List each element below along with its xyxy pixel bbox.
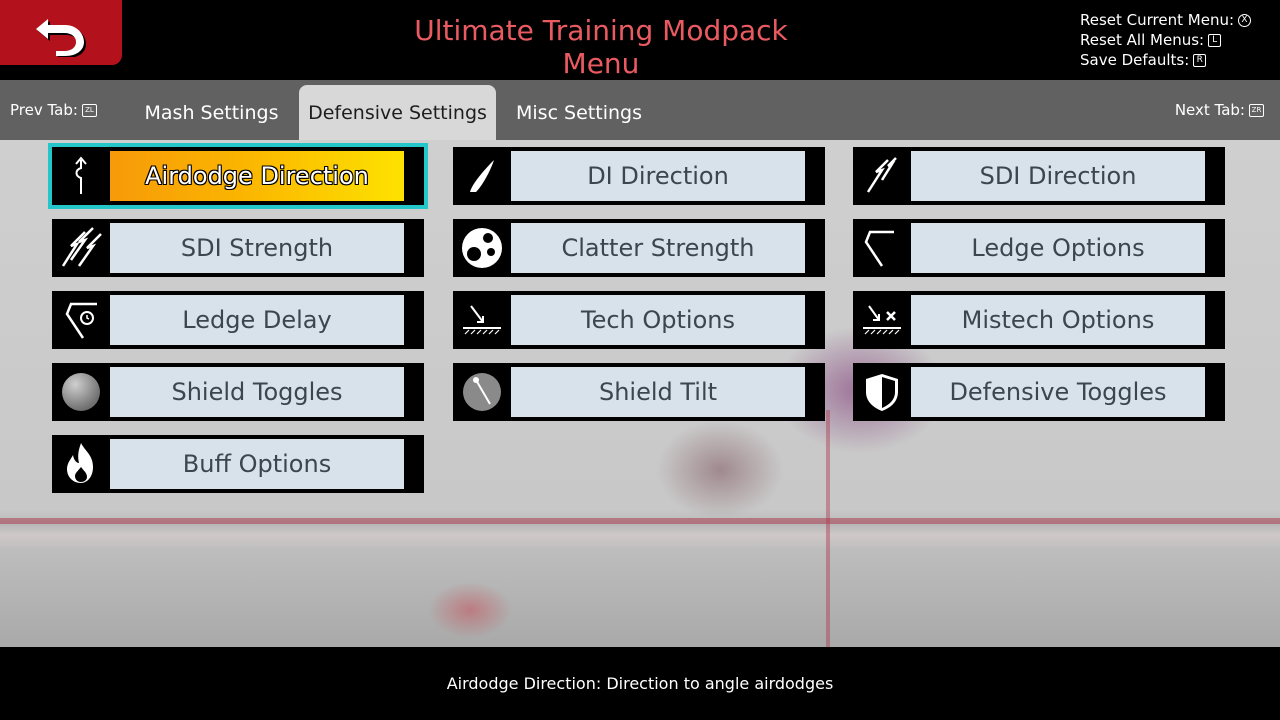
menu-item-label: DI Direction: [511, 151, 805, 201]
sdi-strength-icon: [52, 219, 110, 277]
tab-misc-settings[interactable]: Misc Settings: [508, 85, 650, 140]
r-button-icon: R: [1193, 53, 1207, 67]
menu-item-shield-toggles[interactable]: Shield Toggles: [52, 363, 424, 421]
menu-item-label: Clatter Strength: [511, 223, 805, 273]
menu-item-ledge-options[interactable]: Ledge Options: [853, 219, 1225, 277]
control-hints: Reset Current Menu: X Reset All Menus: L…: [1080, 10, 1252, 70]
menu-item-label: Airdodge Direction: [110, 151, 404, 201]
menu-item-di-direction[interactable]: DI Direction: [453, 147, 825, 205]
menu-item-label: Mistech Options: [911, 295, 1205, 345]
tab-defensive-settings[interactable]: Defensive Settings: [299, 85, 496, 140]
menu-item-sdi-direction[interactable]: SDI Direction: [853, 147, 1225, 205]
di-icon: [453, 147, 511, 205]
back-button[interactable]: [0, 0, 122, 65]
zl-button-icon: ZL: [81, 103, 97, 117]
menu-item-label: Ledge Delay: [110, 295, 404, 345]
menu-item-label: Shield Toggles: [110, 367, 404, 417]
return-arrow-icon: [36, 18, 86, 57]
x-button-icon: X: [1238, 13, 1252, 27]
menu-item-shield-tilt[interactable]: Shield Tilt: [453, 363, 825, 421]
hint-save-defaults: Save Defaults: R: [1080, 50, 1251, 70]
tab-mash-settings[interactable]: Mash Settings: [136, 85, 287, 140]
defensive-shield-icon: [853, 363, 911, 421]
mistech-icon: [853, 291, 911, 349]
menu-item-label: Defensive Toggles: [911, 367, 1205, 417]
menu-item-label: SDI Strength: [110, 223, 404, 273]
hint-reset-current: Reset Current Menu: X: [1080, 10, 1252, 30]
background-rail: [0, 518, 1280, 524]
footer: Airdodge Direction: Direction to angle a…: [0, 647, 1280, 720]
airdodge-icon: [52, 147, 110, 205]
ledge-icon: [853, 219, 911, 277]
page-title: Ultimate Training Modpack Menu: [414, 14, 788, 80]
tab-bar: Prev Tab: ZL Mash Settings Defensive Set…: [0, 80, 1280, 140]
menu-item-clatter-strength[interactable]: Clatter Strength: [453, 219, 825, 277]
menu-item-label: Buff Options: [110, 439, 404, 489]
menu-item-airdodge-direction[interactable]: Airdodge Direction: [48, 143, 428, 209]
menu-item-label: SDI Direction: [911, 151, 1205, 201]
menu-item-tech-options[interactable]: Tech Options: [453, 291, 825, 349]
background-post: [826, 410, 830, 647]
clatter-icon: [453, 219, 511, 277]
shield-tilt-icon: [453, 363, 511, 421]
shield-ball-icon: [52, 363, 110, 421]
menu-item-buff-options[interactable]: Buff Options: [52, 435, 424, 493]
menu-item-ledge-delay[interactable]: Ledge Delay: [52, 291, 424, 349]
help-text: Airdodge Direction: Direction to angle a…: [446, 674, 834, 693]
menu-item-mistech-options[interactable]: Mistech Options: [853, 291, 1225, 349]
ledge-delay-icon: [52, 291, 110, 349]
menu-item-sdi-strength[interactable]: SDI Strength: [52, 219, 424, 277]
l-button-icon: L: [1208, 33, 1222, 47]
sdi-direction-icon: [853, 147, 911, 205]
menu-item-label: Shield Tilt: [511, 367, 805, 417]
menu-item-defensive-toggles[interactable]: Defensive Toggles: [853, 363, 1225, 421]
tech-icon: [453, 291, 511, 349]
flame-icon: [52, 435, 110, 493]
menu-item-label: Tech Options: [511, 295, 805, 345]
zr-button-icon: ZR: [1249, 103, 1264, 117]
prev-tab-hint[interactable]: Prev Tab: ZL: [10, 101, 97, 119]
hint-reset-all: Reset All Menus: L: [1080, 30, 1251, 50]
header: Ultimate Training Modpack Menu Reset Cur…: [0, 0, 1280, 80]
menu-item-label: Ledge Options: [911, 223, 1205, 273]
next-tab-hint[interactable]: Next Tab: ZR: [1175, 101, 1264, 119]
